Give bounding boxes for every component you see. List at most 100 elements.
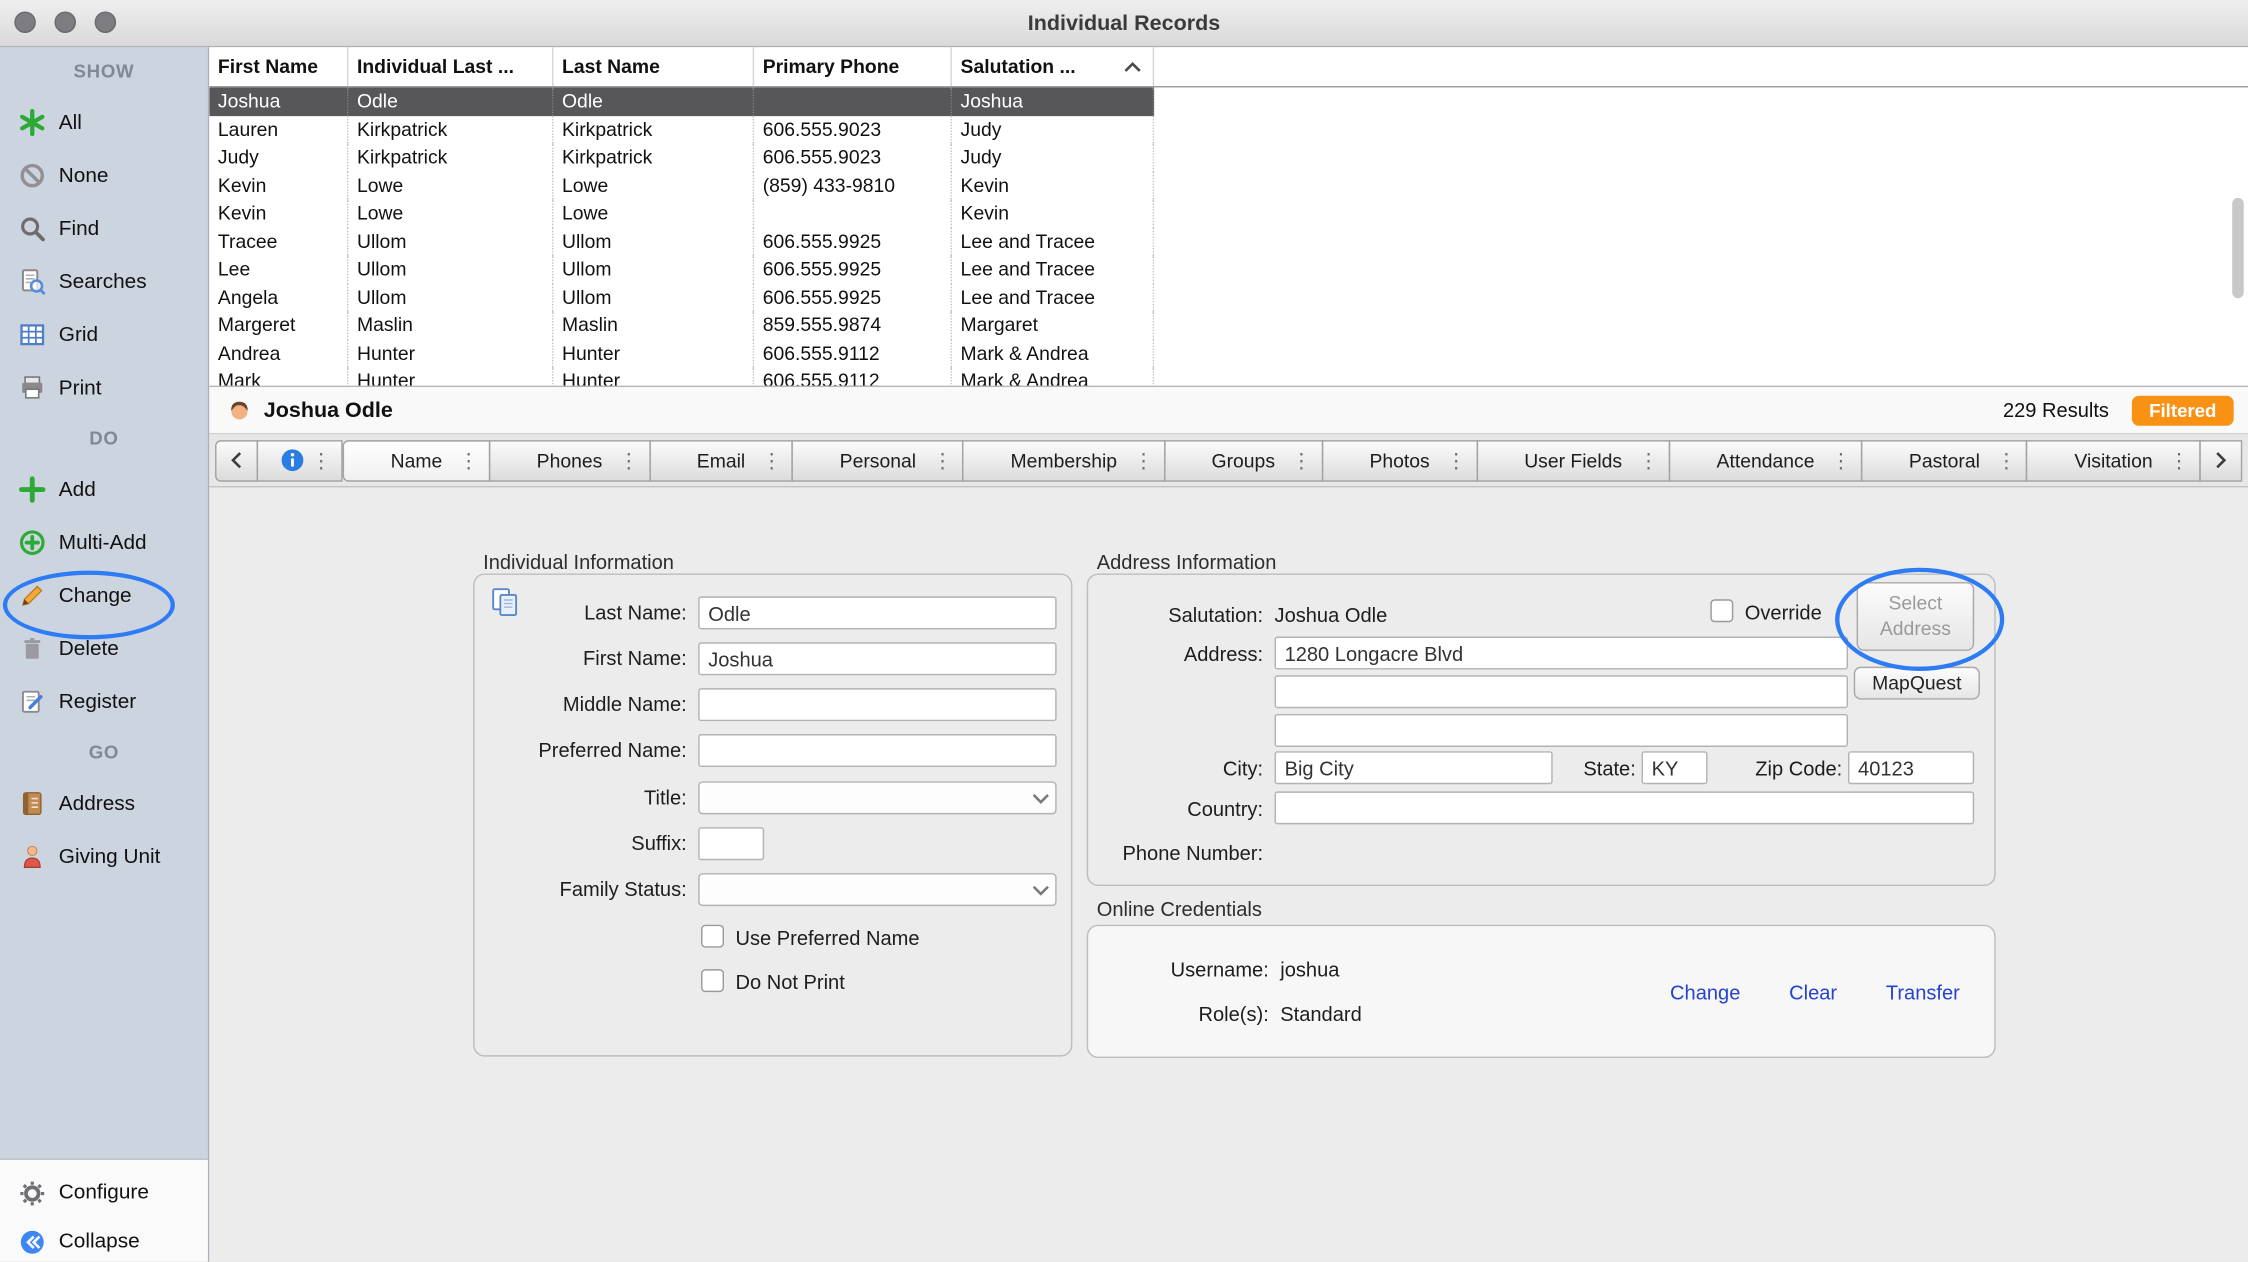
tab[interactable]: Membership — [963, 439, 1165, 481]
first-name-input[interactable] — [698, 642, 1056, 675]
sidebar-item-add[interactable]: Add — [0, 463, 208, 516]
column-header-last-name[interactable]: Last Name — [553, 47, 754, 86]
gear-icon — [19, 1179, 46, 1206]
tab[interactable]: Visitation — [2026, 439, 2200, 481]
tab-options-icon[interactable] — [619, 450, 639, 470]
middle-name-label: Middle Name: — [475, 692, 687, 715]
sidebar-item-all[interactable]: All — [0, 96, 208, 149]
table-scrollbar-thumb[interactable] — [2232, 198, 2243, 298]
sidebar-item-print[interactable]: Print — [0, 361, 208, 414]
credentials-transfer-link[interactable]: Transfer — [1886, 981, 1960, 1004]
address-line2-input[interactable] — [1275, 675, 1848, 708]
sidebar-item-grid[interactable]: Grid — [0, 308, 208, 361]
table-header: First Name Individual Last ... Last Name… — [209, 47, 2248, 87]
table-row[interactable]: Kevin Lowe Lowe Kevin — [209, 199, 1154, 227]
family-status-combobox[interactable] — [698, 873, 1056, 906]
table-row[interactable]: Tracee Ullom Ullom 606.555.9925 Lee and … — [209, 227, 1154, 255]
last-name-input[interactable] — [698, 596, 1056, 629]
tab-options-icon[interactable] — [311, 450, 331, 470]
tab[interactable]: Attendance — [1669, 439, 1863, 481]
country-input[interactable] — [1275, 791, 1975, 824]
sidebar-item-collapse[interactable]: Collapse — [0, 1217, 208, 1261]
column-header-primary-phone[interactable]: Primary Phone — [754, 47, 952, 86]
state-input[interactable] — [1642, 751, 1708, 784]
city-input[interactable] — [1275, 751, 1553, 784]
sidebar-item-configure[interactable]: Configure — [0, 1168, 208, 1217]
tab[interactable]: Phones — [489, 439, 651, 481]
tab-scroll-right-button[interactable] — [2199, 439, 2242, 481]
override-checkbox[interactable] — [1710, 599, 1733, 622]
use-preferred-name-checkbox[interactable] — [701, 925, 724, 948]
sidebar-item-delete[interactable]: Delete — [0, 622, 208, 675]
tab[interactable]: User Fields — [1476, 439, 1670, 481]
sidebar-item-none[interactable]: None — [0, 149, 208, 202]
record-detail-content: Individual Information Last Name: First … — [209, 487, 2248, 1261]
column-header-individual-last[interactable]: Individual Last ... — [348, 47, 553, 86]
table-row[interactable]: Lee Ullom Ullom 606.555.9925 Lee and Tra… — [209, 255, 1154, 283]
chevron-left-icon — [231, 452, 242, 469]
tab[interactable]: Photos — [1322, 439, 1478, 481]
suffix-input[interactable] — [698, 827, 764, 860]
table-row[interactable]: Joshua Odle Odle Joshua — [209, 87, 1154, 115]
person-icon — [19, 843, 46, 870]
select-address-button[interactable]: Select Address — [1857, 582, 1975, 651]
tab-info[interactable] — [257, 439, 343, 481]
sidebar-item-address[interactable]: Address — [0, 777, 208, 830]
column-header-salutation[interactable]: Salutation ... — [952, 47, 1154, 86]
chevron-down-icon — [1032, 885, 1049, 896]
table-row[interactable]: Angela Ullom Ullom 606.555.9925 Lee and … — [209, 283, 1154, 311]
online-credentials-panel: Username: joshua Role(s): Standard Chang… — [1087, 925, 1996, 1058]
table-row[interactable]: Mark Hunter Hunter 606.555.9112 Mark & A… — [209, 367, 1154, 387]
tab-options-icon[interactable] — [459, 450, 479, 470]
tab-options-icon[interactable] — [1291, 450, 1311, 470]
tab-scroll-left-button[interactable] — [215, 439, 258, 481]
override-label: Override — [1745, 601, 1822, 624]
address-line3-input[interactable] — [1275, 714, 1848, 747]
document-search-icon — [19, 268, 46, 295]
tab-options-icon[interactable] — [1996, 450, 2016, 470]
tab[interactable]: Email — [649, 439, 793, 481]
city-label: City: — [1088, 757, 1263, 780]
table-row[interactable]: Andrea Hunter Hunter 606.555.9112 Mark &… — [209, 339, 1154, 367]
address-line1-input[interactable] — [1275, 637, 1848, 670]
tab[interactable]: Name — [343, 439, 491, 481]
zip-code-input[interactable] — [1848, 751, 1974, 784]
title-combobox[interactable] — [698, 781, 1056, 814]
credentials-clear-link[interactable]: Clear — [1789, 981, 1837, 1004]
table-row[interactable]: Judy Kirkpatrick Kirkpatrick 606.555.902… — [209, 143, 1154, 171]
info-icon — [280, 447, 306, 473]
column-header-first-name[interactable]: First Name — [209, 47, 348, 86]
sidebar-item-change[interactable]: Change — [0, 569, 208, 622]
tab-options-icon[interactable] — [933, 450, 953, 470]
sidebar-item-register[interactable]: Register — [0, 675, 208, 728]
tab[interactable]: Pastoral — [1861, 439, 2028, 481]
preferred-name-input[interactable] — [698, 734, 1056, 767]
middle-name-input[interactable] — [698, 688, 1056, 721]
tab-options-icon[interactable] — [1831, 450, 1851, 470]
sidebar-item-multi-add[interactable]: Multi-Add — [0, 516, 208, 569]
tab-options-icon[interactable] — [1638, 450, 1658, 470]
table-row[interactable]: Lauren Kirkpatrick Kirkpatrick 606.555.9… — [209, 115, 1154, 143]
mapquest-button[interactable]: MapQuest — [1854, 667, 1980, 700]
filtered-badge[interactable]: Filtered — [2132, 395, 2234, 425]
roles-label: Role(s): — [1088, 1002, 1269, 1025]
username-label: Username: — [1088, 958, 1269, 981]
sidebar-item-find[interactable]: Find — [0, 202, 208, 255]
sidebar-section-show: SHOW — [0, 47, 208, 96]
do-not-print-checkbox[interactable] — [701, 969, 724, 992]
tab-options-icon[interactable] — [1133, 450, 1153, 470]
results-count: 229 Results — [2003, 399, 2109, 422]
sidebar-item-searches[interactable]: Searches — [0, 255, 208, 308]
tab-options-icon[interactable] — [762, 450, 782, 470]
tab[interactable]: Groups — [1164, 439, 1323, 481]
tab-options-icon[interactable] — [1446, 450, 1466, 470]
sidebar-item-giving-unit[interactable]: Giving Unit — [0, 830, 208, 883]
credentials-change-link[interactable]: Change — [1670, 981, 1740, 1004]
table-row[interactable]: Kevin Lowe Lowe (859) 433-9810 Kevin — [209, 171, 1154, 199]
table-body: Joshua Odle Odle Joshua Lauren Kirkpatri… — [209, 87, 2248, 387]
tab[interactable]: Personal — [792, 439, 964, 481]
tab-options-icon[interactable] — [2169, 450, 2189, 470]
person-face-icon — [227, 397, 253, 423]
table-row[interactable]: Margeret Maslin Maslin 859.555.9874 Marg… — [209, 311, 1154, 339]
magnifier-icon — [19, 215, 46, 242]
